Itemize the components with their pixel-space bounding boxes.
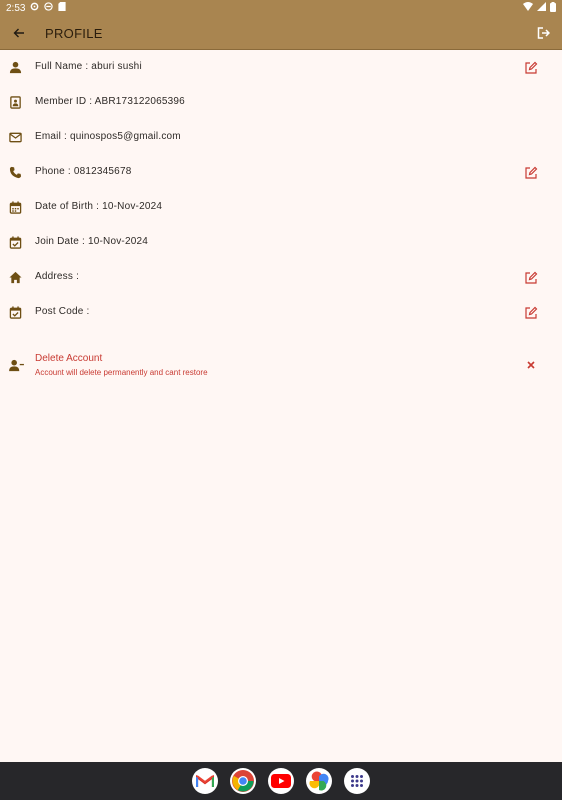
edit-address-icon[interactable]: [524, 271, 538, 285]
logout-icon: [537, 27, 550, 39]
gmail-icon: [196, 774, 214, 787]
person-icon: [9, 61, 22, 74]
dnd-status-icon: [44, 2, 54, 14]
profile-row-email: Email : quinospos5@gmail.com: [0, 120, 562, 155]
status-time: 2:53: [6, 2, 26, 14]
delete-account-item[interactable]: Delete Account Account will delete perma…: [0, 346, 562, 386]
phone-label: Phone : 0812345678: [35, 166, 132, 177]
settings-status-icon: [30, 2, 39, 14]
phone-icon: [9, 166, 22, 179]
toolbar: PROFILE: [0, 18, 562, 48]
edit-full-name-icon[interactable]: [524, 61, 538, 75]
photos-app[interactable]: [306, 768, 332, 794]
system-dock: [0, 762, 562, 800]
id-card-icon: [10, 96, 21, 109]
page-title: PROFILE: [45, 25, 103, 41]
profile-row-phone: Phone : 0812345678: [0, 155, 562, 190]
profile-row-member-id: Member ID : ABR173122065396: [0, 85, 562, 120]
calendar-icon: [9, 201, 22, 214]
event-check-icon: [9, 236, 22, 249]
profile-row-full-name: Full Name : aburi sushi: [0, 50, 562, 85]
profile-row-address: Address :: [0, 260, 562, 295]
delete-account-subtitle: Account will delete permanently and cant…: [35, 368, 208, 377]
home-icon: [9, 271, 22, 284]
battery-icon: [550, 1, 556, 15]
app-bar: 2:53 PROFILE: [0, 0, 562, 50]
event-check-icon: [9, 306, 22, 319]
join-date-label: Join Date : 10-Nov-2024: [35, 236, 148, 247]
sd-card-status-icon: [58, 2, 67, 14]
arrow-back-icon: [13, 28, 24, 38]
member-id-label: Member ID : ABR173122065396: [35, 96, 185, 107]
wifi-icon: [523, 2, 533, 14]
youtube-app[interactable]: [268, 768, 294, 794]
youtube-icon: [271, 774, 291, 788]
date-of-birth-label: Date of Birth : 10-Nov-2024: [35, 201, 163, 212]
app-drawer[interactable]: [344, 768, 370, 794]
mail-icon: [9, 132, 22, 143]
person-remove-icon: [9, 359, 24, 372]
signal-icon: [537, 2, 546, 14]
status-bar: 2:53: [0, 0, 562, 16]
close-icon[interactable]: [524, 358, 538, 372]
delete-account-title: Delete Account: [35, 353, 103, 364]
profile-row-post-code: Post Code :: [0, 295, 562, 330]
address-label: Address :: [35, 271, 80, 282]
full-name-label: Full Name : aburi sushi: [35, 61, 142, 72]
logout-button[interactable]: [530, 20, 556, 46]
chrome-icon: [232, 770, 254, 792]
chrome-app[interactable]: [230, 768, 256, 794]
photos-icon: [309, 771, 329, 791]
edit-phone-icon[interactable]: [524, 166, 538, 180]
profile-row-date-of-birth: Date of Birth : 10-Nov-2024: [0, 190, 562, 225]
post-code-label: Post Code :: [35, 306, 90, 317]
edit-post-code-icon[interactable]: [524, 306, 538, 320]
profile-row-join-date: Join Date : 10-Nov-2024: [0, 225, 562, 260]
gmail-app[interactable]: [192, 768, 218, 794]
back-button[interactable]: [4, 18, 34, 48]
app-drawer-icon: [351, 775, 363, 787]
email-label: Email : quinospos5@gmail.com: [35, 131, 181, 142]
